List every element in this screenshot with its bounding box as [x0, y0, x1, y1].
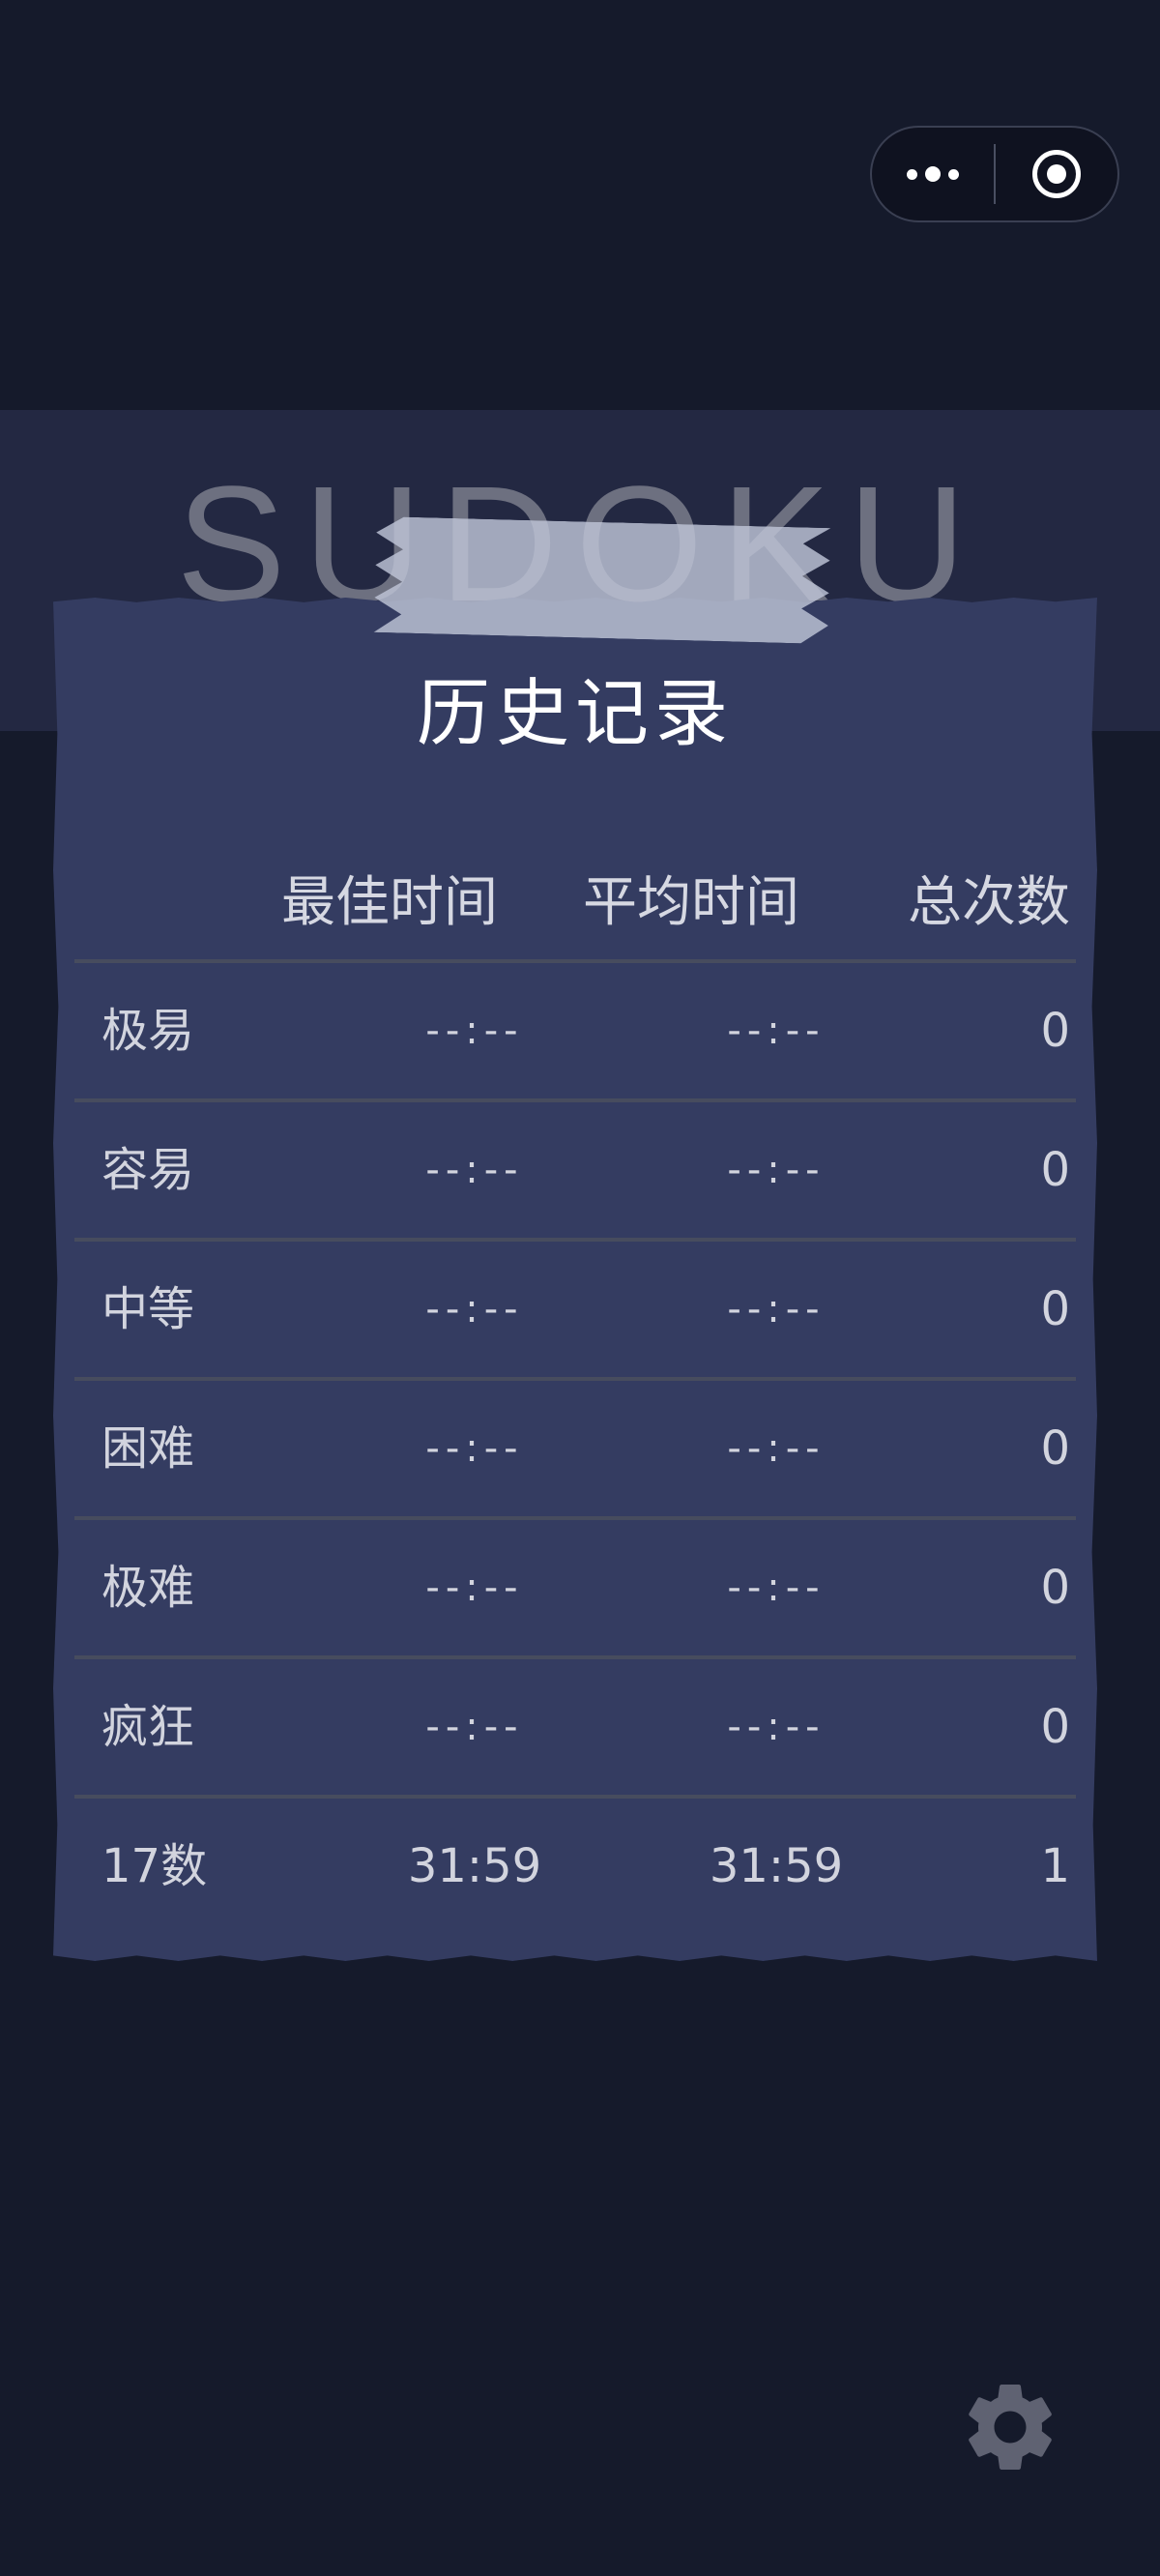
gear-icon [969, 2385, 1052, 2470]
table-row: 17数 31:59 31:59 1 [74, 1795, 1076, 1934]
history-table: 极易 --:-- --:-- 0 容易 --:-- --:-- 0 中等 --:… [74, 959, 1076, 1934]
row-best-time: --:-- [425, 1426, 524, 1471]
table-row: 极难 --:-- --:-- 0 [74, 1516, 1076, 1655]
row-best-time: 31:59 [407, 1839, 542, 1893]
target-close-icon [1031, 150, 1081, 198]
history-card: 历史记录 最佳时间 平均时间 总次数 极易 --:-- --:-- 0 容易 -… [53, 598, 1097, 1961]
row-level: 中等 [102, 1282, 195, 1336]
row-average-time: 31:59 [709, 1839, 844, 1893]
row-best-time: --:-- [425, 1009, 524, 1053]
row-average-time: --:-- [727, 1426, 826, 1471]
row-best-time: --:-- [425, 1287, 524, 1332]
page: SUDOKU 历史记录 最佳时间 平均时间 总次数 极易 --:-- --:--… [0, 0, 1160, 2576]
row-count: 0 [1040, 1143, 1070, 1197]
row-level: 极易 [102, 1004, 195, 1058]
row-best-time: --:-- [425, 1148, 524, 1192]
row-level: 容易 [102, 1143, 195, 1197]
row-count: 0 [1040, 1561, 1070, 1615]
more-dots-icon [907, 166, 959, 182]
row-level: 疯狂 [102, 1700, 195, 1754]
history-title: 历史记录 [417, 670, 734, 756]
table-row: 极易 --:-- --:-- 0 [74, 959, 1076, 1098]
row-best-time: --:-- [425, 1705, 524, 1749]
table-row: 困难 --:-- --:-- 0 [74, 1377, 1076, 1516]
tape-decoration [374, 516, 831, 644]
column-best-time: 最佳时间 [281, 871, 498, 934]
row-average-time: --:-- [727, 1705, 826, 1749]
table-header: 最佳时间 平均时间 总次数 [53, 859, 1097, 946]
settings-button[interactable] [957, 2374, 1063, 2480]
capsule-menu [870, 126, 1119, 222]
table-row: 疯狂 --:-- --:-- 0 [74, 1655, 1076, 1795]
column-total-count: 总次数 [908, 871, 1070, 934]
row-level: 困难 [102, 1421, 195, 1476]
close-button[interactable] [996, 128, 1117, 220]
row-level: 17数 [102, 1839, 208, 1893]
row-average-time: --:-- [727, 1009, 826, 1053]
row-count: 0 [1040, 1700, 1070, 1754]
column-average-time: 平均时间 [583, 871, 799, 934]
row-level: 极难 [102, 1561, 195, 1615]
row-count: 0 [1040, 1421, 1070, 1476]
row-count: 0 [1040, 1282, 1070, 1336]
row-count: 0 [1040, 1004, 1070, 1058]
table-row: 容易 --:-- --:-- 0 [74, 1098, 1076, 1238]
row-average-time: --:-- [727, 1287, 826, 1332]
row-average-time: --:-- [727, 1566, 826, 1610]
more-button[interactable] [872, 128, 994, 220]
table-row: 中等 --:-- --:-- 0 [74, 1238, 1076, 1377]
row-count: 1 [1040, 1839, 1070, 1893]
row-average-time: --:-- [727, 1148, 826, 1192]
row-best-time: --:-- [425, 1566, 524, 1610]
